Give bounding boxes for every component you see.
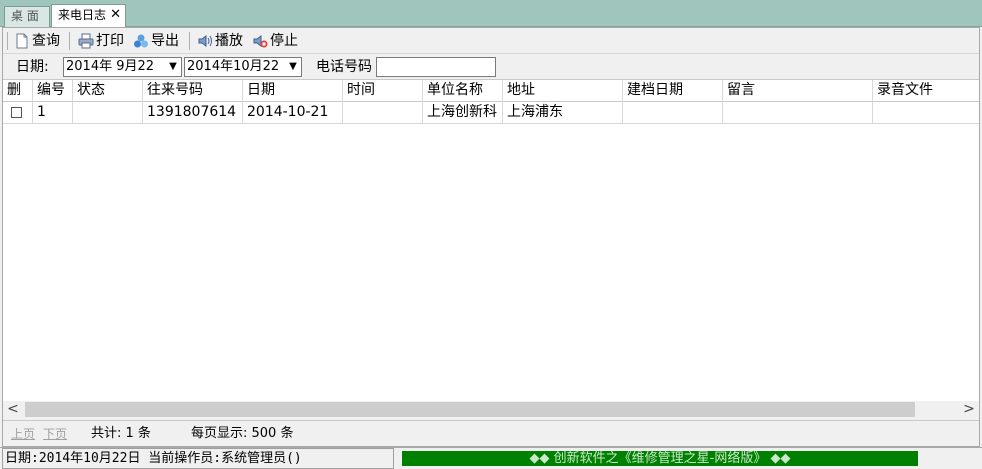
column-header[interactable]: 录音文件 [873,80,979,102]
column-header[interactable]: 往来号码 [143,80,243,102]
tab-call-log-label: 来电日志 [58,8,107,22]
play-label: 播放 [215,33,243,49]
horizontal-scrollbar[interactable]: < > [3,401,979,418]
filter-bar: 日期: 2014年 9月22 ▼ 2014年10月22 ▼ 电话号码 [3,55,979,79]
table-cell [343,102,423,124]
scroll-left-icon[interactable]: < [3,401,23,418]
status-bar: 日期:2014年10月22日 当前操作员:系统管理员() ◆◆ 创新软件之《维修… [0,447,982,469]
column-header[interactable]: 地址 [503,80,623,102]
phone-label: 电话号码 [316,59,372,75]
phone-input[interactable] [376,57,496,77]
scroll-right-icon[interactable]: > [959,401,979,418]
column-header[interactable]: 状态 [73,80,143,102]
toolbar: 查询 打印 导出 播放 停止 [3,28,979,54]
toolbar-separator [69,32,70,50]
toolbar-grip [7,32,8,50]
table-row[interactable]: 1 1391807614 2014-10-21 上海创新科 上海浦东 [3,102,979,124]
stop-label: 停止 [270,33,298,49]
table-cell: 1391807614 [143,102,243,124]
close-icon[interactable]: ✕ [110,4,121,25]
query-label: 查询 [32,33,60,49]
chevron-down-icon[interactable]: ▼ [285,58,301,76]
table-cell [723,102,873,124]
grid-header: 删 编号 状态 往来号码 日期 时间 单位名称 地址 建档日期 留言 录音文件 [3,80,979,102]
print-button[interactable]: 打印 [78,31,124,51]
call-log-grid: 删 编号 状态 往来号码 日期 时间 单位名称 地址 建档日期 留言 录音文件 … [3,79,979,401]
column-header[interactable]: 时间 [343,80,423,102]
table-cell [623,102,723,124]
table-cell [73,102,143,124]
date-to-value: 2014年10月22 [187,59,280,74]
column-header[interactable]: 删 [3,80,33,102]
total-count: 共计: 1 条 [91,426,151,441]
table-cell: 上海创新科 [423,102,503,124]
prev-page-link[interactable]: 上页 [11,422,35,446]
column-header[interactable]: 日期 [243,80,343,102]
chevron-down-icon[interactable]: ▼ [165,58,181,76]
tab-desktop[interactable]: 桌 面 [4,6,50,27]
stop-button[interactable]: 停止 [252,31,298,51]
date-from-picker[interactable]: 2014年 9月22 ▼ [63,57,182,77]
column-header[interactable]: 留言 [723,80,873,102]
speaker-stop-icon [252,33,268,49]
column-header[interactable]: 编号 [33,80,73,102]
table-cell: 2014-10-21 [243,102,343,124]
per-page: 每页显示: 500 条 [191,426,294,441]
printer-icon [78,33,94,49]
column-header[interactable]: 单位名称 [423,80,503,102]
export-label: 导出 [151,33,179,49]
date-to-picker[interactable]: 2014年10月22 ▼ [184,57,302,77]
pager: 上页 下页 共计: 1 条 每页显示: 500 条 [3,420,979,446]
query-button[interactable]: 查询 [14,31,60,51]
tab-desktop-label: 桌 面 [11,9,39,23]
toolbar-separator [189,32,190,50]
export-icon [133,33,149,49]
status-info: 日期:2014年10月22日 当前操作员:系统管理员() [2,448,394,469]
print-label: 打印 [96,33,124,49]
date-from-value: 2014年 9月22 [66,59,155,74]
product-banner: ◆◆ 创新软件之《维修管理之星-网络版》 ◆◆ [402,451,918,466]
date-label: 日期: [16,59,49,75]
tab-call-log[interactable]: 来电日志 ✕ [51,4,126,27]
delete-checkbox-cell [3,102,33,124]
next-page-link[interactable]: 下页 [43,422,67,446]
scrollbar-thumb[interactable] [25,402,915,417]
table-cell: 1 [33,102,73,124]
tab-bar: 桌 面 来电日志 ✕ [0,0,982,27]
column-header[interactable]: 建档日期 [623,80,723,102]
table-cell [873,102,979,124]
speaker-icon [197,33,213,49]
play-button[interactable]: 播放 [197,31,243,51]
export-button[interactable]: 导出 [133,31,179,51]
table-cell: 上海浦东 [503,102,623,124]
delete-checkbox[interactable] [11,107,22,118]
call-log-panel: 查询 打印 导出 播放 停止 日期: 2014年 9月22 ▼ 2014年10月… [2,27,980,447]
document-icon [14,33,30,49]
